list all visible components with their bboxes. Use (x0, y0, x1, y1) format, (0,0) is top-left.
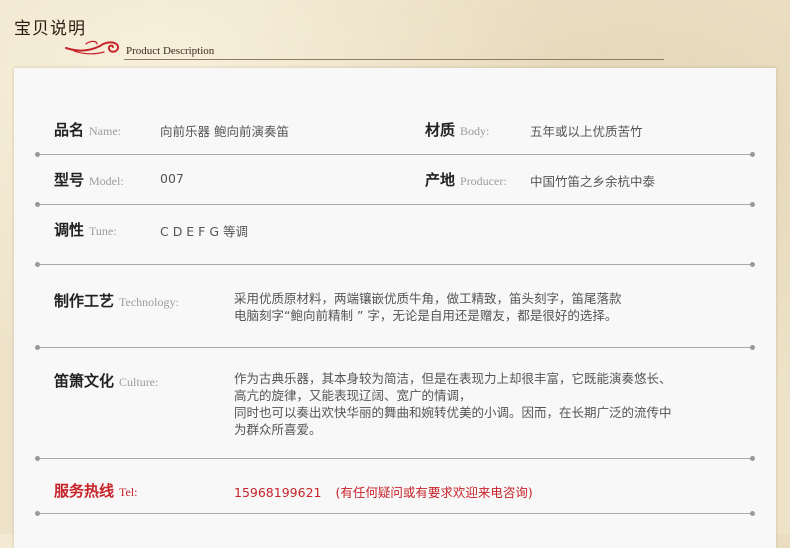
row-divider (35, 202, 755, 207)
culture-label: 笛箫文化 Culture: (54, 370, 158, 391)
text-line: 同时也可以奏出欢快华丽的舞曲和婉转优美的小调。因而，在长期广泛的流传中 (234, 405, 672, 420)
producer-label: 产地 Producer: (425, 169, 507, 190)
name-value: 向前乐器 鲍向前演奏笛 (160, 124, 289, 139)
text-line: 电脑刻字“鲍向前精制 ” 字，无论是自用还是赠友，都是很好的选择。 (234, 308, 618, 323)
producer-label-cn: 产地 (425, 171, 456, 189)
name-label: 品名 Name: (54, 119, 121, 140)
technology-label: 制作工艺 Technology: (54, 290, 179, 311)
model-value: 007 (160, 171, 184, 186)
section-header: 宝贝说明 Product Description (0, 0, 790, 66)
body-value: 五年或以上优质苦竹 (530, 124, 643, 139)
section-subtitle: Product Description (126, 45, 215, 57)
culture-label-cn: 笛箫文化 (54, 372, 115, 390)
row-divider (35, 511, 755, 516)
name-label-cn: 品名 (54, 121, 85, 139)
text-line: 采用优质原材料，两端镶嵌优质牛角，做工精致，笛头刻字，笛尾落款 (234, 291, 622, 306)
text-line: 高亢的旋律，又能表现辽阔、宽广的情调， (234, 388, 472, 403)
technology-label-cn: 制作工艺 (54, 292, 115, 310)
tel-label-cn: 服务热线 (54, 482, 115, 500)
body-label: 材质 Body: (425, 119, 489, 140)
row-divider (35, 456, 755, 461)
model-label-en: Model: (89, 174, 124, 188)
producer-label-en: Producer: (460, 174, 507, 188)
model-label: 型号 Model: (54, 169, 124, 190)
tune-value: C D E F G 等调 (160, 224, 248, 239)
tel-value: 15968199621 (有任何疑问或有要求欢迎来电咨询) (234, 482, 533, 501)
tel-label: 服务热线 Tel: (54, 480, 138, 501)
product-description-panel: 品名 Name: 向前乐器 鲍向前演奏笛 材质 Body: 五年或以上优质苦竹 型号… (14, 68, 776, 548)
body-label-en: Body: (460, 124, 490, 138)
tel-label-en: Tel: (119, 485, 138, 499)
model-label-cn: 型号 (54, 171, 85, 189)
culture-label-en: Culture: (119, 375, 159, 389)
name-label-en: Name: (89, 124, 122, 138)
technology-value: 采用优质原材料，两端镶嵌优质牛角，做工精致，笛头刻字，笛尾落款 电脑刻字“鲍向前… (234, 290, 622, 324)
phone-number[interactable]: 15968199621 (234, 485, 321, 500)
text-line: 作为古典乐器，其本身较为简洁，但是在表现力上却很丰富，它既能演奏悠长、 (234, 371, 672, 386)
producer-value: 中国竹笛之乡余杭中泰 (530, 174, 656, 189)
tune-label: 调性 Tune: (54, 219, 117, 240)
technology-label-en: Technology: (119, 295, 179, 309)
row-divider (35, 262, 755, 267)
culture-value: 作为古典乐器，其本身较为简洁，但是在表现力上却很丰富，它既能演奏悠长、 高亢的旋… (234, 370, 672, 438)
tune-label-en: Tune: (89, 224, 117, 238)
text-line: 为群众所喜爱。 (234, 422, 322, 437)
row-divider (35, 152, 755, 157)
red-cloud-swirl-icon (65, 40, 119, 55)
row-divider (35, 345, 755, 350)
tel-note: (有任何疑问或有要求欢迎来电咨询) (335, 485, 533, 500)
header-divider (124, 59, 664, 60)
tune-label-cn: 调性 (54, 221, 85, 239)
body-label-cn: 材质 (425, 121, 456, 139)
